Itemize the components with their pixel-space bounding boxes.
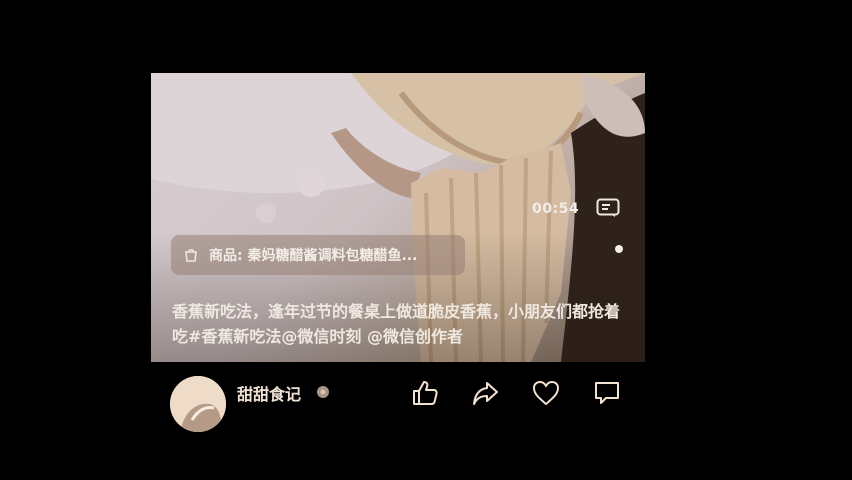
thumbs-up-icon: [413, 381, 438, 405]
comment-button[interactable]: [592, 378, 622, 408]
author-name[interactable]: 甜甜食记: [237, 381, 301, 405]
verified-badge-icon: [317, 386, 329, 398]
video-caption[interactable]: 香蕉新吃法，逢年过节的餐桌上做道脆皮香蕉，小朋友们都抢着吃#香蕉新吃法@微信时刻…: [172, 299, 632, 349]
danmaku-icon[interactable]: [596, 198, 620, 218]
video-player[interactable]: 00:54 商品: 秦妈糖醋酱调料包糖醋鱼... 香蕉新吃法，逢年过节的餐桌上做…: [151, 73, 645, 362]
avatar-image: [170, 376, 226, 432]
bottom-action-bar: 甜甜食记: [151, 362, 645, 432]
favorite-button[interactable]: [531, 378, 561, 408]
comment-icon: [595, 382, 619, 404]
progress-dot: [615, 245, 623, 253]
video-duration: 00:54: [532, 201, 580, 217]
product-link[interactable]: 商品: 秦妈糖醋酱调料包糖醋鱼...: [171, 235, 465, 275]
heart-icon: [533, 381, 559, 405]
share-icon: [473, 382, 498, 405]
avatar[interactable]: [170, 376, 226, 432]
shopping-bag-icon: [185, 248, 197, 262]
like-button[interactable]: [410, 378, 440, 408]
screen: 00:54 商品: 秦妈糖醋酱调料包糖醋鱼... 香蕉新吃法，逢年过节的餐桌上做…: [0, 0, 852, 480]
share-button[interactable]: [470, 378, 500, 408]
product-label: 商品: 秦妈糖醋酱调料包糖醋鱼...: [209, 248, 418, 264]
